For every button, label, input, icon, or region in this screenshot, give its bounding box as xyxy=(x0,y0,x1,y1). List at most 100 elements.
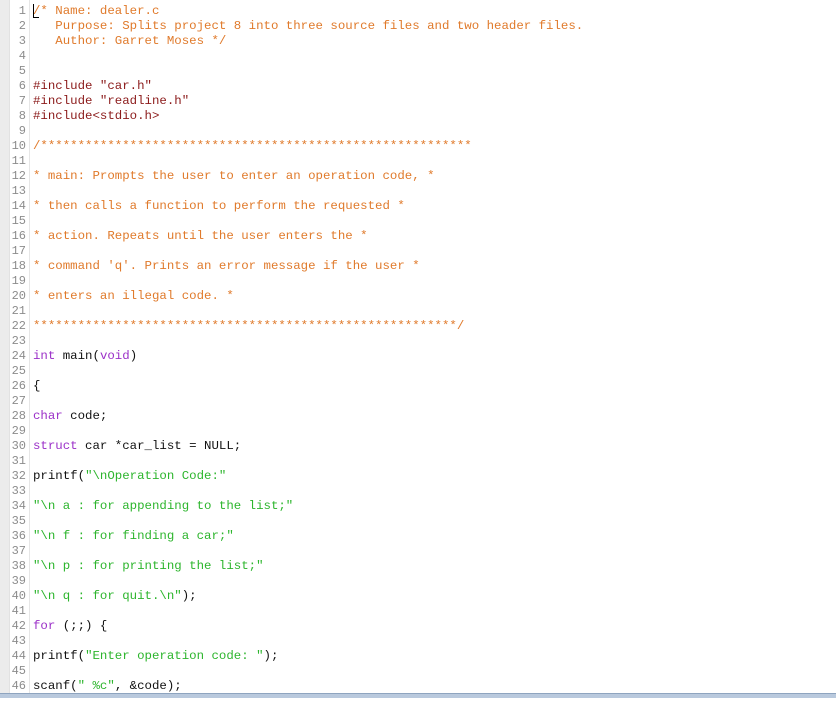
code-line[interactable]: 46 scanf(" %c", &code); xyxy=(0,679,836,694)
code-line[interactable]: 3 Author: Garret Moses */ xyxy=(0,34,836,49)
code-line[interactable]: 8 #include<stdio.h> xyxy=(0,109,836,124)
code-line[interactable]: 31 xyxy=(0,454,836,469)
line-code: "\n f : for finding a car;" xyxy=(33,529,234,544)
code-line[interactable]: 20 * enters an illegal code. * xyxy=(0,289,836,304)
code-line[interactable]: 40 "\n q : for quit.\n"); xyxy=(0,589,836,604)
code-line[interactable]: 13 xyxy=(0,184,836,199)
code-line[interactable]: 35 xyxy=(0,514,836,529)
code-editor[interactable]: 1/* Name: dealer.c 2 Purpose: Splits proj… xyxy=(0,0,836,698)
code-line[interactable]: 33 xyxy=(0,484,836,499)
code-line[interactable]: 5 xyxy=(0,64,836,79)
token-pre: #include "car.h" xyxy=(33,79,152,93)
code-line[interactable]: 29 xyxy=(0,424,836,439)
token-plain: ); xyxy=(263,649,279,663)
code-line[interactable]: 34 "\n a : for appending to the list;" xyxy=(0,499,836,514)
code-line[interactable]: 43 xyxy=(0,634,836,649)
line-number: 27 xyxy=(11,394,26,408)
line-code: { xyxy=(33,379,40,394)
code-line[interactable]: 44 printf("Enter operation code: "); xyxy=(0,649,836,664)
token-comment: * enters an illegal code. * xyxy=(33,289,234,303)
code-line[interactable]: 18 * command 'q'. Prints an error message… xyxy=(0,259,836,274)
line-number: 26 xyxy=(11,379,26,393)
line-number: 8 xyxy=(18,109,26,123)
line-code: "\n a : for appending to the list;" xyxy=(33,499,293,514)
token-kw: struct xyxy=(33,439,78,453)
line-number: 36 xyxy=(11,529,26,543)
line-code: #include "readline.h" xyxy=(33,94,189,109)
line-number: 37 xyxy=(11,544,26,558)
line-code: "\n p : for printing the list;" xyxy=(33,559,264,574)
code-line[interactable]: 25 xyxy=(0,364,836,379)
token-plain: (;;) { xyxy=(55,619,108,633)
code-line[interactable]: 30 struct car *car_list = NULL; xyxy=(0,439,836,454)
line-code: /* Name: dealer.c xyxy=(33,4,159,19)
code-line[interactable]: 23 xyxy=(0,334,836,349)
code-line[interactable]: 16 * action. Repeats until the user enter… xyxy=(0,229,836,244)
line-number: 16 xyxy=(11,229,26,243)
horizontal-scrollbar[interactable] xyxy=(0,693,836,698)
line-number: 34 xyxy=(11,499,26,513)
code-line[interactable]: 36 "\n f : for finding a car;" xyxy=(0,529,836,544)
code-line[interactable]: 41 xyxy=(0,604,836,619)
token-comment: /* Name: dealer.c xyxy=(33,4,160,18)
line-number: 29 xyxy=(11,424,26,438)
code-line[interactable]: 2 Purpose: Splits project 8 into three s… xyxy=(0,19,836,34)
line-number: 10 xyxy=(11,139,26,153)
line-number: 15 xyxy=(11,214,26,228)
line-code: * main: Prompts the user to enter an ope… xyxy=(33,169,435,184)
code-line[interactable]: 1 /* Name: dealer.c xyxy=(0,4,836,19)
code-line[interactable]: 11 xyxy=(0,154,836,169)
code-line[interactable]: 32 printf("\nOperation Code:" xyxy=(0,469,836,484)
line-code: printf("Enter operation code: "); xyxy=(33,649,278,664)
code-line[interactable]: 10 /*************************************… xyxy=(0,139,836,154)
line-code: printf("\nOperation Code:" xyxy=(33,469,226,484)
line-number: 30 xyxy=(11,439,26,453)
line-number: 2 xyxy=(18,19,26,33)
code-line[interactable]: 17 xyxy=(0,244,836,259)
text-cursor-base xyxy=(33,17,39,18)
token-kw: char xyxy=(33,409,63,423)
line-number: 23 xyxy=(11,334,26,348)
code-line[interactable]: 28 char code; xyxy=(0,409,836,424)
token-comment: * action. Repeats until the user enters … xyxy=(33,229,368,243)
token-str: " %c" xyxy=(77,679,115,693)
token-plain: scanf( xyxy=(33,679,78,693)
code-line[interactable]: 22 **************************************… xyxy=(0,319,836,334)
token-comment: * main: Prompts the user to enter an ope… xyxy=(33,169,435,183)
code-line[interactable]: 45 xyxy=(0,664,836,679)
code-line[interactable]: 26 { xyxy=(0,379,836,394)
code-line[interactable]: 4 xyxy=(0,49,836,64)
code-line[interactable]: 12 * main: Prompts the user to enter an o… xyxy=(0,169,836,184)
line-number: 22 xyxy=(11,319,26,333)
code-line[interactable]: 19 xyxy=(0,274,836,289)
line-number: 31 xyxy=(11,454,26,468)
code-line[interactable]: 42 for (;;) { xyxy=(0,619,836,634)
code-line[interactable]: 21 xyxy=(0,304,836,319)
text-cursor xyxy=(33,4,34,18)
token-comment: ****************************************… xyxy=(33,319,465,333)
code-line[interactable]: 24 int main(void) xyxy=(0,349,836,364)
line-number: 14 xyxy=(11,199,26,213)
code-line[interactable]: 38 "\n p : for printing the list;" xyxy=(0,559,836,574)
token-comment: Author: Garret Moses */ xyxy=(33,34,227,48)
token-plain: printf( xyxy=(33,649,86,663)
code-line[interactable]: 9 xyxy=(0,124,836,139)
line-number: 4 xyxy=(18,49,26,63)
line-number: 19 xyxy=(11,274,26,288)
line-number: 13 xyxy=(11,184,26,198)
code-line[interactable]: 15 xyxy=(0,214,836,229)
code-line[interactable]: 27 xyxy=(0,394,836,409)
token-comment: * then calls a function to perform the r… xyxy=(33,199,405,213)
code-line[interactable]: 7 #include "readline.h" xyxy=(0,94,836,109)
line-number: 45 xyxy=(11,664,26,678)
token-plain: ); xyxy=(181,589,197,603)
token-plain: , &code); xyxy=(114,679,182,693)
token-comment: /***************************************… xyxy=(33,139,472,153)
token-kw: for xyxy=(33,619,56,633)
code-line[interactable]: 37 xyxy=(0,544,836,559)
code-line[interactable]: 6 #include "car.h" xyxy=(0,79,836,94)
code-line[interactable]: 39 xyxy=(0,574,836,589)
token-comment: Purpose: Splits project 8 into three sou… xyxy=(33,19,584,33)
code-line[interactable]: 14 * then calls a function to perform the… xyxy=(0,199,836,214)
code-lines[interactable]: 1/* Name: dealer.c 2 Purpose: Splits proj… xyxy=(0,4,836,694)
